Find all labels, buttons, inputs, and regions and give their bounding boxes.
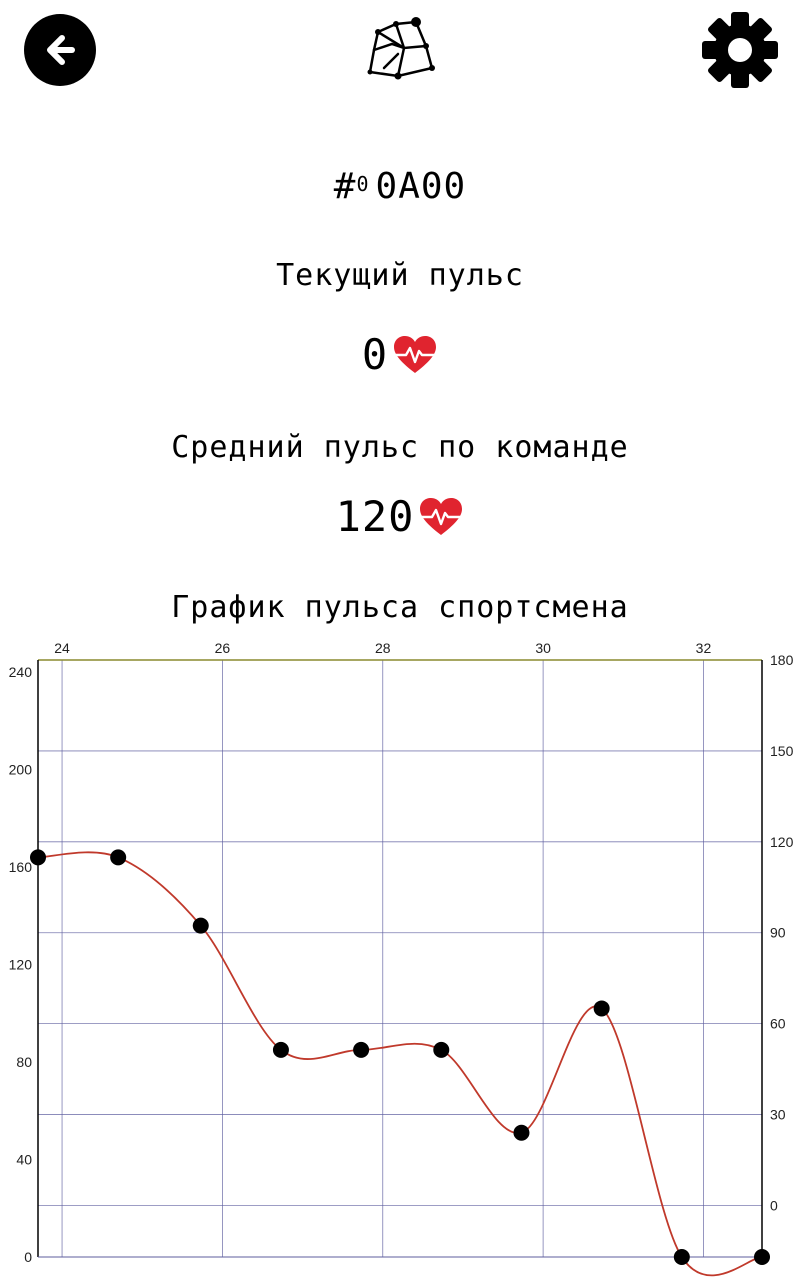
y-left-tick-label: 0 (24, 1249, 32, 1265)
settings-button[interactable] (702, 12, 778, 88)
y-right-tick-label: 30 (770, 1107, 786, 1123)
data-point (272, 1041, 289, 1058)
y-right-tick-label: 150 (770, 743, 794, 759)
current-pulse: 0 (0, 330, 800, 379)
y-left-tick-label: 120 (9, 957, 33, 973)
y-left-tick-label: 200 (9, 762, 33, 778)
data-point (754, 1249, 770, 1265)
top-bar (0, 0, 800, 100)
pulse-chart: 24 26 28 30 32 0 30 60 90 120 150 180 0 40 80 120 160 200… (9, 640, 794, 1277)
data-point (30, 849, 46, 866)
y-right-tick-label: 60 (770, 1016, 786, 1032)
device-hash: # (333, 166, 357, 207)
x-tick-label: 30 (535, 640, 551, 656)
y-left-tick-label: 80 (16, 1054, 32, 1070)
avg-pulse-value: 120 (335, 492, 415, 541)
x-tick-label: 28 (375, 640, 391, 656)
data-point (513, 1124, 530, 1141)
device-id-value: 0A00 (375, 166, 467, 207)
y-right-tick-label: 0 (770, 1197, 778, 1213)
data-point (593, 1000, 610, 1017)
device-sub: 0 (356, 172, 370, 196)
avg-pulse-label: Средний пульс по команде (171, 430, 629, 465)
device-id: #0 0A00 (0, 166, 800, 207)
y-left-tick-label: 160 (9, 859, 33, 875)
y-left-tick-label: 240 (9, 664, 33, 680)
y-right-tick-label: 180 (770, 652, 794, 668)
constellation-logo-icon (367, 17, 435, 80)
chart-title: График пульса спортсмена (171, 590, 629, 625)
y-left-tick-label: 40 (16, 1152, 32, 1168)
back-button[interactable] (24, 14, 96, 86)
y-right-tick-label: 90 (770, 925, 786, 941)
current-pulse-label: Текущий пульс (276, 258, 524, 293)
data-point (353, 1041, 370, 1058)
y-right-tick-label: 120 (770, 834, 794, 850)
arrow-left-icon (47, 35, 75, 65)
data-point (433, 1041, 450, 1058)
data-point (192, 917, 209, 934)
avg-pulse: 120 (0, 492, 800, 541)
gear-icon (702, 12, 778, 88)
current-pulse-value: 0 (361, 330, 389, 379)
heart-pulse-icon (420, 497, 463, 535)
series-line (37, 851, 763, 1277)
data-point (110, 849, 127, 866)
data-point (673, 1249, 690, 1265)
heart-pulse-icon (394, 335, 437, 373)
x-tick-label: 32 (696, 640, 712, 656)
x-tick-label: 24 (54, 640, 70, 656)
x-tick-label: 26 (215, 640, 231, 656)
